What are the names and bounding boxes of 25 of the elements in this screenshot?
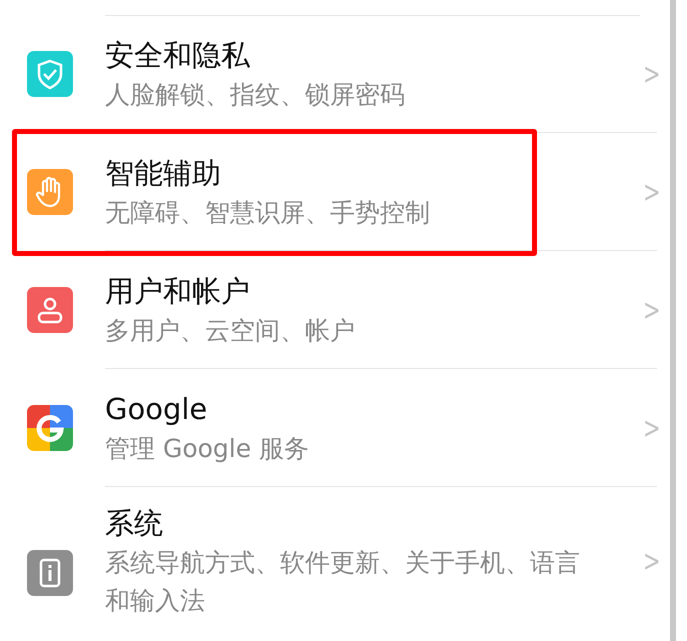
settings-item[interactable]: 安全和隐私 人脸解锁、指纹、锁屏密码 > [0,15,670,133]
hand-icon [27,169,73,215]
chevron-icon: > [643,544,657,579]
settings-item[interactable]: 智能辅助 无障碍、智慧识屏、手势控制 > [0,133,670,251]
chevron-icon: > [643,56,657,92]
person-icon [27,287,73,333]
item-title: 系统 [105,505,164,542]
chevron-icon: > [643,292,657,328]
item-title: 安全和隐私 [105,36,251,74]
settings-item[interactable]: 系统 系统导航方式、软件更新、关于手机、语言和输入法 > [0,487,670,620]
item-subtitle: 无障碍、智慧识屏、手势控制 [105,196,431,228]
settings-item[interactable]: 用户和帐户 多用户、云空间、帐户 > [0,251,670,369]
info-icon [27,550,73,596]
item-title: 用户和帐户 [105,272,251,310]
item-subtitle: 管理 Google 服务 [105,432,310,464]
chevron-icon: > [643,174,657,210]
item-title: 智能辅助 [105,154,222,192]
google-icon [27,405,73,451]
shield-icon [27,51,73,97]
item-title: Google [105,390,208,428]
settings-item[interactable]: Google 管理 Google 服务 > [0,369,670,487]
item-subtitle: 人脸解锁、指纹、锁屏密码 [105,78,406,110]
item-subtitle: 多用户、云空间、帐户 [105,314,356,346]
item-subtitle: 系统导航方式、软件更新、关于手机、语言和输入法 [105,547,581,617]
chevron-icon: > [643,410,657,446]
